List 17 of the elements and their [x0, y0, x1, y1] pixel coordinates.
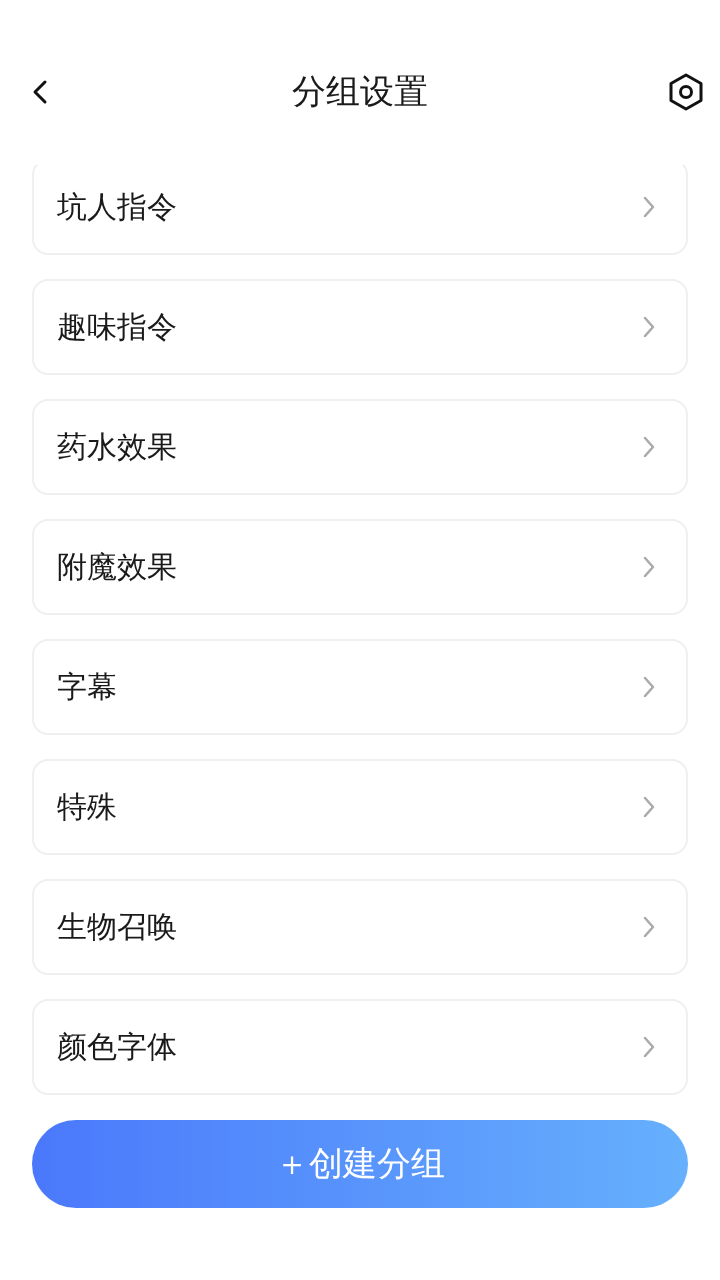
chevron-right-icon [642, 675, 656, 699]
chevron-right-icon [642, 1035, 656, 1059]
chevron-right-icon [642, 435, 656, 459]
group-item[interactable]: 药水效果 [32, 399, 688, 495]
group-item[interactable]: 坑人指令 [32, 165, 688, 255]
chevron-right-icon [642, 795, 656, 819]
group-item[interactable]: 生物召唤 [32, 879, 688, 975]
group-item[interactable]: 附魔效果 [32, 519, 688, 615]
group-item[interactable]: 字幕 [32, 639, 688, 735]
group-item[interactable]: 趣味指令 [32, 279, 688, 375]
chevron-right-icon [642, 315, 656, 339]
chevron-right-icon [642, 915, 656, 939]
group-item[interactable]: 特殊 [32, 759, 688, 855]
group-item[interactable]: 颜色字体 [32, 999, 688, 1095]
chevron-right-icon [642, 555, 656, 579]
page-title: 分组设置 [292, 70, 428, 113]
chevron-right-icon [642, 195, 656, 219]
